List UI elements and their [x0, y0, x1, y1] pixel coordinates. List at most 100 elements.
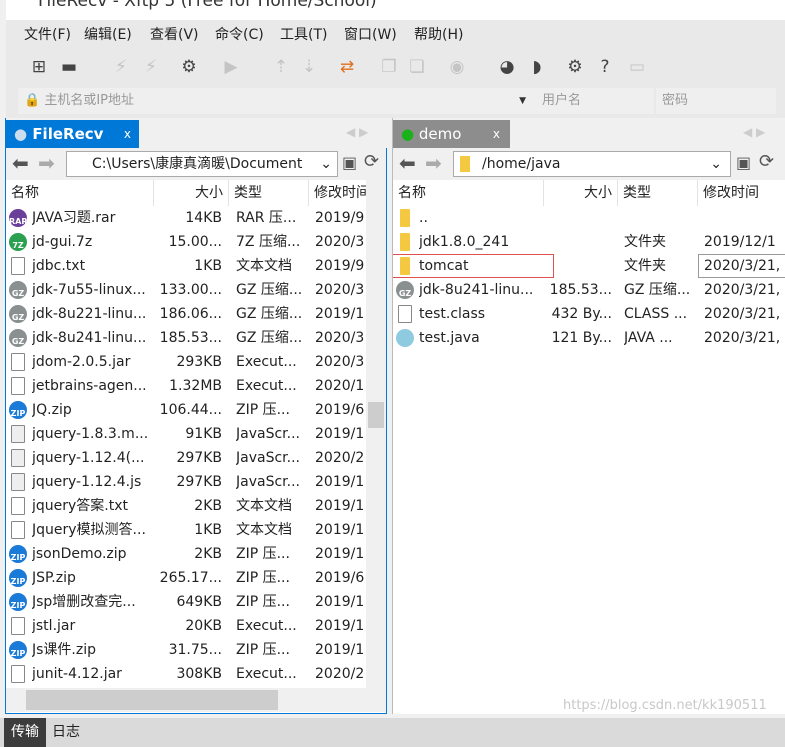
play-icon[interactable]: ▶ — [220, 56, 242, 78]
xftp-icon[interactable]: ◗ — [526, 56, 548, 78]
remote-path-input[interactable]: /home/java ⌄ — [453, 151, 731, 177]
username-input[interactable]: 用户名 — [536, 88, 654, 114]
globe-icon[interactable]: ◉ — [446, 56, 468, 78]
tab-scroll-arrows[interactable]: ◀ ▶ — [743, 125, 765, 139]
file-name: jdk-8u221-linu... — [32, 306, 147, 322]
file-row[interactable]: ZIP JSP.zip 265.17... ZIP 压... 2019/6 — [6, 566, 366, 590]
file-size: 293KB — [176, 354, 222, 370]
folder-icon — [460, 156, 470, 172]
tab-scroll-arrows[interactable]: ◀ ▶ — [346, 125, 368, 139]
menu-view[interactable]: 查看(V) — [150, 24, 199, 44]
vertical-scrollbar[interactable] — [366, 180, 386, 688]
file-type: 文本文档 — [236, 498, 292, 514]
parent-folder-icon[interactable]: ▣ — [736, 153, 751, 172]
sync-icon[interactable]: ⇄ — [336, 56, 358, 78]
properties-icon[interactable]: ⚙ — [178, 56, 200, 78]
file-row[interactable]: ZIP JQ.zip 106.44... ZIP 压... 2019/6 — [6, 398, 366, 422]
menu-edit[interactable]: 编辑(E) — [84, 24, 132, 44]
host-input[interactable]: 🔒 主机名或IP地址 ▼ — [18, 88, 536, 114]
gear-icon[interactable]: ⚙ — [564, 56, 586, 78]
tab-demo[interactable]: ● demo x — [393, 120, 510, 148]
disconnect-icon[interactable]: ⚡ — [140, 56, 162, 78]
refresh-icon[interactable]: ⟳ — [759, 151, 774, 172]
file-row[interactable]: GZ jdk-8u241-linu... 185.53... GZ 压缩... 2020… — [6, 326, 366, 350]
file-row[interactable]: jquery答案.txt 2KB 文本文档 2019/1 — [6, 494, 366, 518]
password-input[interactable]: 密码 — [656, 88, 776, 114]
file-row[interactable]: test.java 121 By... JAVA ... 2020/3/21, — [393, 326, 785, 350]
col-type[interactable]: 类型 — [618, 180, 698, 206]
file-row[interactable]: jquery-1.8.3.m... 91KB JavaScr... 2019/1 — [6, 422, 366, 446]
forward-icon[interactable]: ➡ — [425, 151, 442, 175]
js-file-icon — [11, 449, 25, 467]
copy-icon[interactable]: ❐ — [378, 56, 400, 78]
file-modified: 2019/1 — [315, 642, 365, 658]
file-row[interactable]: ZIP Jsp增删改查完... 649KB ZIP 压... 2019/1 — [6, 590, 366, 614]
chevron-down-icon[interactable]: ⌄ — [317, 152, 335, 176]
menu-help[interactable]: 帮助(H) — [414, 24, 463, 44]
chevron-down-icon[interactable]: ⌄ — [710, 152, 722, 176]
h-scroll-thumb[interactable] — [26, 690, 278, 710]
download-icon[interactable]: ⇣ — [298, 56, 320, 78]
col-name[interactable]: 名称 — [6, 180, 154, 206]
forward-icon[interactable]: ➡ — [38, 151, 55, 175]
open-folder-icon[interactable]: ▬ — [58, 56, 80, 78]
file-modified: 2020/1 — [315, 378, 365, 394]
menu-file[interactable]: 文件(F) — [24, 24, 71, 44]
tab-transfer[interactable]: 传输 — [4, 718, 46, 747]
upload-icon[interactable]: ⇡ — [270, 56, 292, 78]
col-modified[interactable]: 修改时间 — [309, 180, 367, 206]
file-row[interactable]: jetbrains-agen... 1.32MB Execut... 2020/1 — [6, 374, 366, 398]
chat-icon[interactable]: ▭ — [626, 56, 648, 78]
new-session-icon[interactable]: ⊞ — [28, 56, 50, 78]
file-row[interactable]: jdbc.txt 1KB 文本文档 2019/9 — [6, 254, 366, 278]
file-size: 31.75... — [168, 642, 222, 658]
dropdown-icon[interactable]: ▼ — [519, 88, 526, 114]
horizontal-scrollbar[interactable] — [6, 688, 386, 712]
file-row[interactable]: jquery-1.12.4(... 297KB JavaScr... 2020/2 — [6, 446, 366, 470]
back-icon[interactable]: ⬅ — [399, 151, 416, 175]
file-row[interactable]: 7Z jd-gui.7z 15.00... 7Z 压缩... 2020/3 — [6, 230, 366, 254]
file-row[interactable]: jdom-2.0.5.jar 293KB Execut... 2020/3 — [6, 350, 366, 374]
file-type: GZ 压缩... — [236, 282, 303, 298]
file-row[interactable]: junit-4.12.jar 308KB Execut... 2020/2 — [6, 662, 366, 686]
col-modified[interactable]: 修改时间 — [698, 180, 785, 206]
file-row[interactable]: tomcat 文件夹 2020/3/21, — [393, 254, 785, 278]
menu-tools[interactable]: 工具(T) — [280, 24, 327, 44]
file-row[interactable]: GZ jdk-8u241-linu... 185.53... GZ 压缩... 2020… — [393, 278, 785, 302]
file-row[interactable]: jstl.jar 20KB Execut... 2019/1 — [6, 614, 366, 638]
file-type: 文本文档 — [236, 258, 292, 274]
back-icon[interactable]: ⬅ — [12, 151, 29, 175]
tab-log[interactable]: 日志 — [52, 718, 80, 747]
file-type: JavaScr... — [236, 474, 300, 490]
col-name[interactable]: 名称 — [393, 180, 544, 206]
menu-command[interactable]: 命令(C) — [215, 24, 264, 44]
file-row[interactable]: GZ jdk-7u55-linux... 133.00... GZ 压缩... 2020… — [6, 278, 366, 302]
file-row[interactable]: jdk1.8.0_241 文件夹 2019/12/1 — [393, 230, 785, 254]
file-type: ZIP 压... — [236, 642, 290, 658]
connect-icon[interactable]: ⚡ — [110, 56, 132, 78]
refresh-icon[interactable]: ⟳ — [364, 151, 379, 172]
close-tab-button[interactable]: x — [493, 120, 500, 148]
file-row[interactable]: RAR JAVA习题.rar 14KB RAR 压... 2019/9 — [6, 206, 366, 230]
col-size[interactable]: 大小 — [154, 180, 229, 206]
file-type: ZIP 压... — [236, 402, 290, 418]
scroll-thumb[interactable] — [368, 402, 384, 428]
tab-filerecv[interactable]: ● FileRecv x — [6, 120, 139, 148]
file-row[interactable]: jquery-1.12.4.js 297KB JavaScr... 2019/1 — [6, 470, 366, 494]
file-row[interactable]: GZ jdk-8u221-linu... 186.06... GZ 压缩... 2019… — [6, 302, 366, 326]
file-size: 1.32MB — [169, 378, 222, 394]
file-row[interactable]: ZIP Js课件.zip 31.75... ZIP 压... 2019/1 — [6, 638, 366, 662]
col-type[interactable]: 类型 — [229, 180, 309, 206]
local-path-input[interactable]: C:\Users\康康真滴暖\Document ⌄ — [66, 151, 338, 177]
parent-folder-icon[interactable]: ▣ — [342, 153, 357, 172]
file-row[interactable]: test.class 432 By... CLASS ... 2020/3/21, — [393, 302, 785, 326]
file-row[interactable]: ZIP jsonDemo.zip 2KB ZIP 压... 2019/1 — [6, 542, 366, 566]
paste-icon[interactable]: ❏ — [406, 56, 428, 78]
file-row[interactable]: Jquery模拟测答... 1KB 文本文档 2019/1 — [6, 518, 366, 542]
menu-window[interactable]: 窗口(W) — [344, 24, 397, 44]
col-size[interactable]: 大小 — [544, 180, 618, 206]
help-icon[interactable]: ? — [594, 56, 616, 78]
file-row[interactable]: .. — [393, 206, 785, 230]
xshell-icon[interactable]: ◕ — [496, 56, 518, 78]
close-tab-button[interactable]: x — [124, 120, 131, 148]
